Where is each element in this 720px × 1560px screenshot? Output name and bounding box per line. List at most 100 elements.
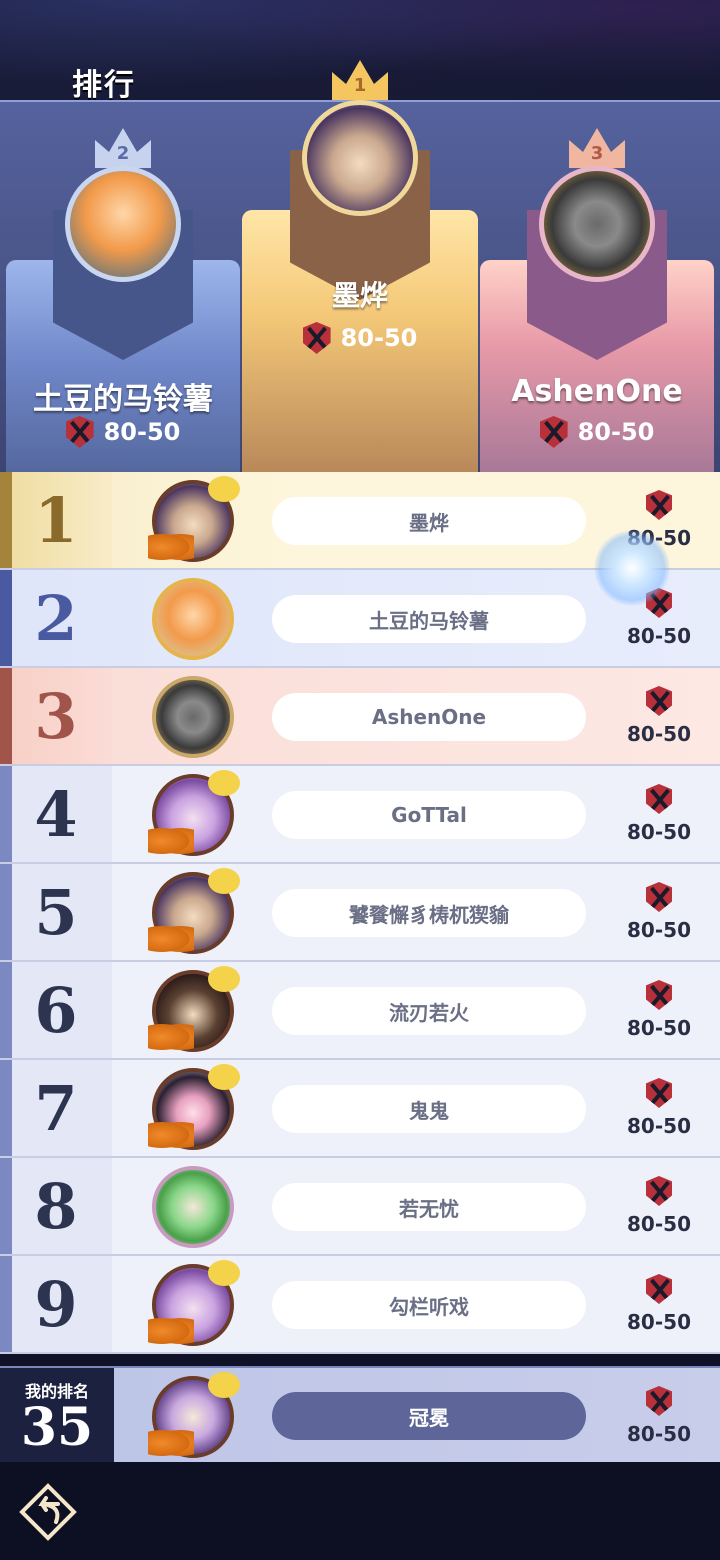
score-block: 80-50 (612, 1176, 706, 1246)
score-block: 80-50 (612, 1078, 706, 1148)
crossed-swords-shield-icon (302, 322, 331, 354)
crossed-swords-shield-icon (646, 980, 672, 1010)
table-row[interactable]: 7 鬼鬼 80-50 (0, 1060, 720, 1158)
score-value: 80-50 (627, 624, 691, 648)
player-name: 鬼鬼 (272, 1085, 586, 1133)
moon-icon (208, 1064, 240, 1090)
rank-number: 9 (0, 1256, 112, 1352)
table-row[interactable]: 6 流刃若火 80-50 (0, 962, 720, 1060)
moon-icon (208, 966, 240, 992)
rank-number: 7 (0, 1060, 112, 1156)
bottom-bar (0, 1462, 720, 1560)
table-row[interactable]: 8 若无忧 80-50 (0, 1158, 720, 1256)
pumpkin-icon (148, 924, 194, 954)
crossed-swords-shield-icon (646, 1386, 672, 1416)
score-value: 80-50 (627, 1310, 691, 1334)
podium: 2 土豆的马铃薯 80-50 1 墨烨 80-50 3 AshenOne 80-… (0, 60, 720, 472)
player-name: 土豆的马铃薯 (272, 595, 586, 643)
player-name: 饕餮懈豸梼杌猰貐 (272, 889, 586, 937)
rank-number: 1 (0, 472, 112, 568)
crossed-swords-shield-icon (646, 882, 672, 912)
avatar (539, 166, 655, 282)
podium-third[interactable]: 3 AshenOne 80-50 (480, 128, 714, 472)
crossed-swords-shield-icon (646, 784, 672, 814)
pumpkin-icon (148, 1316, 194, 1346)
pumpkin-icon (148, 826, 194, 856)
player-name: AshenOne (272, 693, 586, 741)
page-title: 排行 (72, 68, 136, 103)
rank-number: 5 (0, 864, 112, 960)
crossed-swords-shield-icon (646, 1274, 672, 1304)
score-value: 80-50 (627, 820, 691, 844)
player-name: 若无忧 (272, 1183, 586, 1231)
moon-icon (208, 1372, 240, 1398)
score-value: 80-50 (627, 1422, 691, 1446)
crown-icon: 2 (95, 128, 151, 168)
player-name: 冠冕 (272, 1392, 586, 1440)
score-block: 80-50 (612, 1274, 706, 1344)
my-rank-row[interactable]: 我的排名 35 冠冕 80-50 (0, 1366, 720, 1464)
crossed-swords-shield-icon (539, 416, 568, 448)
sparkle-effect (594, 530, 670, 606)
my-rank-number: 35 (20, 1397, 94, 1458)
score-block: 80-50 (612, 686, 706, 756)
rank-accent (0, 472, 12, 568)
score-block: 80-50 (612, 1386, 706, 1456)
back-button[interactable] (18, 1482, 78, 1542)
rank-accent (0, 766, 12, 862)
table-row[interactable]: 3 AshenOne 80-50 (0, 668, 720, 766)
player-name: GoTTal (272, 791, 586, 839)
score-value: 80-50 (627, 1114, 691, 1138)
pumpkin-icon (148, 1428, 194, 1458)
crossed-swords-shield-icon (65, 416, 94, 448)
rank-number: 8 (0, 1158, 112, 1254)
podium-score: 80-50 (480, 416, 714, 448)
table-row[interactable]: 9 勾栏听戏 80-50 (0, 1256, 720, 1354)
rank-accent (0, 962, 12, 1058)
moon-icon (208, 868, 240, 894)
score-block: 80-50 (612, 882, 706, 952)
table-row[interactable]: 5 饕餮懈豸梼杌猰貐 80-50 (0, 864, 720, 962)
score-value: 80-50 (103, 418, 181, 446)
score-value: 80-50 (627, 722, 691, 746)
player-name: 流刃若火 (272, 987, 586, 1035)
rank-number: 4 (0, 766, 112, 862)
ranking-list[interactable]: 1 墨烨 80-50 2 土豆的马铃薯 80-50 3 AshenOne 80-… (0, 472, 720, 1354)
player-name: 墨烨 (272, 497, 586, 545)
rank-accent (0, 1158, 12, 1254)
score-value: 80-50 (627, 1212, 691, 1236)
crossed-swords-shield-icon (646, 1078, 672, 1108)
crossed-swords-shield-icon (646, 490, 672, 520)
score-block: 80-50 (612, 784, 706, 854)
back-arrow-icon (19, 1483, 77, 1541)
score-value: 80-50 (577, 418, 655, 446)
rank-accent (0, 864, 12, 960)
crossed-swords-shield-icon (646, 1176, 672, 1206)
score-value: 80-50 (340, 324, 418, 352)
avatar[interactable] (152, 578, 234, 660)
avatar[interactable] (152, 676, 234, 758)
podium-second[interactable]: 2 土豆的马铃薯 80-50 (6, 128, 240, 472)
moon-icon (208, 770, 240, 796)
moon-icon (208, 1260, 240, 1286)
podium-name: 土豆的马铃薯 (33, 382, 213, 417)
my-rank-cell: 我的排名 35 (0, 1368, 114, 1464)
score-value: 80-50 (627, 918, 691, 942)
pumpkin-icon (148, 1120, 194, 1150)
rank-accent (0, 570, 12, 666)
rank-accent (0, 1256, 12, 1352)
podium-score: 80-50 (6, 416, 240, 448)
podium-first[interactable]: 1 墨烨 80-50 (242, 60, 478, 472)
rank-number: 2 (34, 581, 78, 655)
podium-name: 墨烨 (331, 279, 388, 312)
table-row[interactable]: 4 GoTTal 80-50 (0, 766, 720, 864)
score-block: 80-50 (612, 980, 706, 1050)
pumpkin-icon (148, 1022, 194, 1052)
rank-number: 3 (0, 668, 112, 764)
podium-name: AshenOne (511, 374, 683, 409)
player-name: 勾栏听戏 (272, 1281, 586, 1329)
avatar[interactable] (152, 1166, 234, 1248)
moon-icon (208, 476, 240, 502)
crossed-swords-shield-icon (646, 686, 672, 716)
crown-icon: 3 (569, 128, 625, 168)
